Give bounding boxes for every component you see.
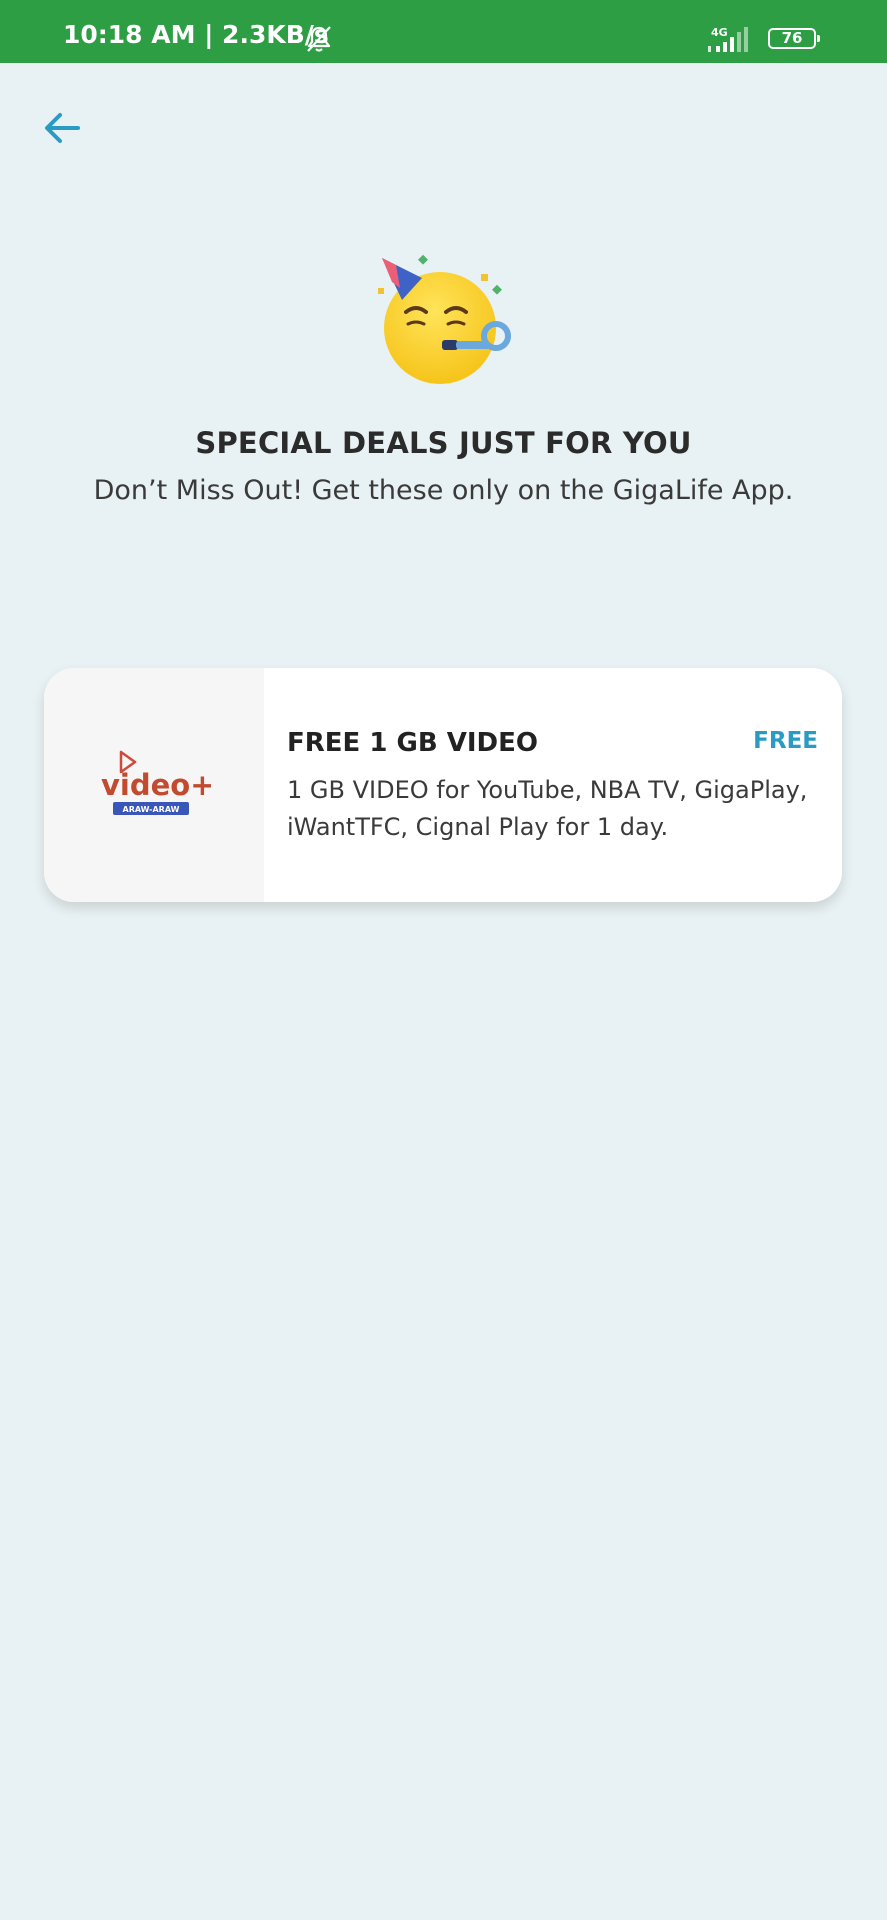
page-title: SPECIAL DEALS JUST FOR YOU: [195, 426, 692, 460]
battery-icon: 76: [768, 28, 820, 49]
logo-text: video+: [101, 768, 211, 802]
deal-price: FREE: [753, 728, 818, 754]
logo-tag: ARAW-ARAW: [123, 805, 180, 814]
signal-icon: [708, 27, 748, 52]
arrow-left-icon[interactable]: [38, 104, 86, 152]
deal-card[interactable]: video+ ARAW-ARAW FREE 1 GB VIDEO FREE 1 …: [44, 668, 842, 902]
bell-off-icon: [307, 26, 331, 52]
status-time: 10:18 AM | 2.3KB/s: [63, 20, 329, 49]
video-plus-logo: video+ ARAW-ARAW: [101, 750, 211, 815]
battery-level: 76: [781, 29, 803, 47]
deal-title: FREE 1 GB VIDEO: [287, 728, 538, 758]
deal-logo-panel: video+ ARAW-ARAW: [44, 668, 264, 902]
party-face-emoji: [378, 254, 511, 384]
page-subtitle: Don’t Miss Out! Get these only on the Gi…: [93, 475, 794, 506]
status-bar: 10:18 AM | 2.3KB/s 4G 76: [0, 0, 887, 63]
deal-description: 1 GB VIDEO for YouTube, NBA TV, GigaPlay…: [287, 776, 808, 841]
